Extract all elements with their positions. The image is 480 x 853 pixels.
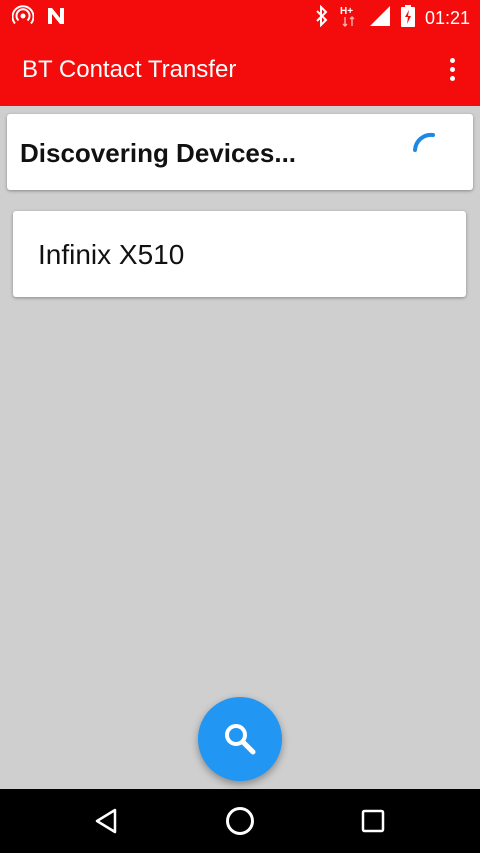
- search-icon: [225, 724, 256, 755]
- notification-n-icon: [46, 6, 66, 30]
- signal-icon: [369, 5, 391, 31]
- home-icon: [226, 807, 254, 835]
- progress-spinner-icon: [413, 132, 435, 152]
- back-button[interactable]: [88, 803, 124, 839]
- recents-button[interactable]: [355, 803, 391, 839]
- app-title: BT Contact Transfer: [22, 56, 237, 83]
- device-name: Infinix X510: [38, 239, 185, 270]
- hplus-data-icon: H+: [339, 4, 359, 32]
- discovery-status-text: Discovering Devices...: [20, 138, 297, 168]
- back-icon: [95, 808, 117, 834]
- status-bar: H+ 01:21: [0, 0, 480, 34]
- discovery-status-card: Discovering Devices...: [7, 114, 473, 190]
- search-button[interactable]: [198, 697, 282, 781]
- app-bar: BT Contact Transfer: [0, 34, 480, 106]
- home-button[interactable]: [222, 803, 258, 839]
- more-vert-icon[interactable]: [440, 54, 464, 84]
- device-list-item[interactable]: Infinix X510: [13, 211, 466, 297]
- navigation-bar: [0, 789, 480, 853]
- recents-icon: [361, 809, 385, 833]
- battery-icon: [400, 5, 415, 31]
- hotspot-icon: [11, 5, 35, 31]
- svg-text:H+: H+: [340, 6, 353, 17]
- bluetooth-icon: [315, 4, 329, 31]
- clock: 01:21: [424, 8, 470, 28]
